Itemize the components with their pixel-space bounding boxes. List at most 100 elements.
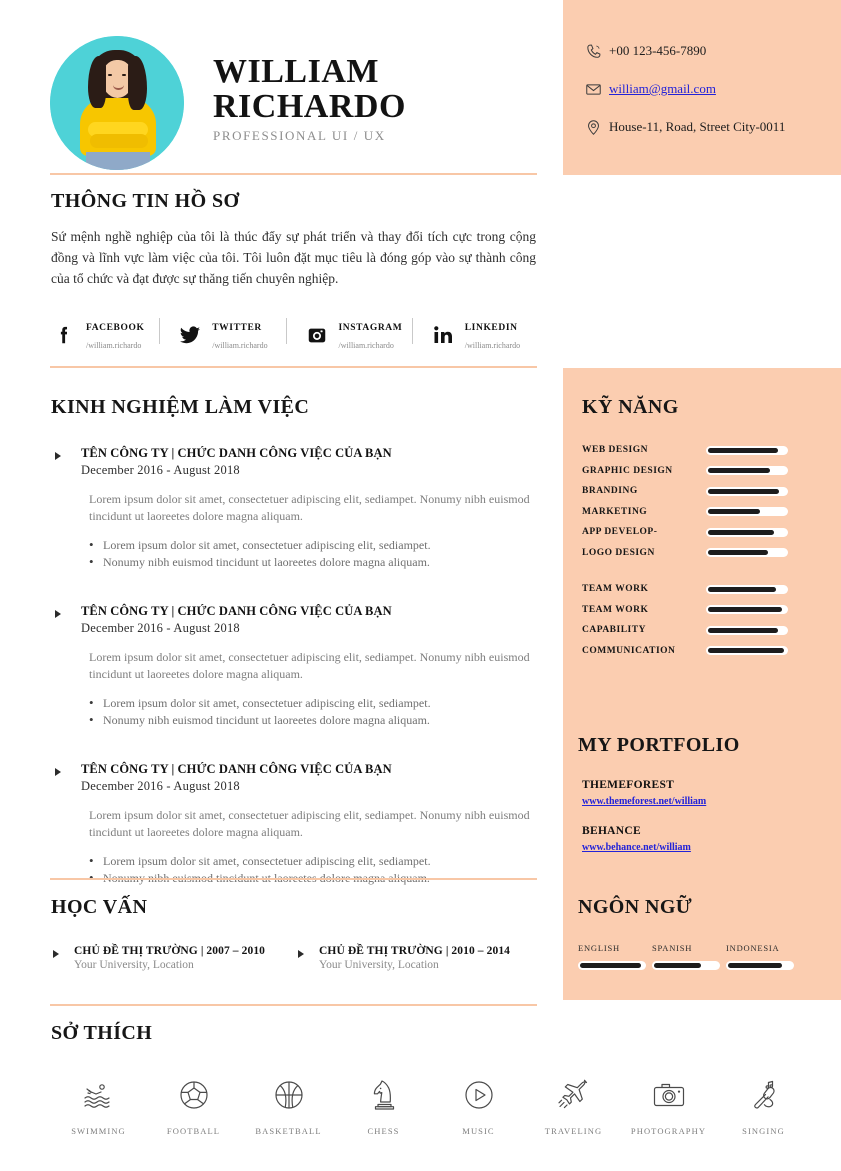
skill-label: APP DEVELOP- <box>582 527 658 537</box>
experience-date: December 2016 - August 2018 <box>81 463 240 477</box>
portfolio-item: THEMEFOREST www.themeforest.net/william <box>578 779 828 809</box>
social-handle: /william.richardo <box>86 341 142 350</box>
social-handle: /william.richardo <box>464 341 521 350</box>
triangle-bullet-icon <box>53 950 59 958</box>
triangle-bullet-icon <box>55 768 61 776</box>
experience-bullets: Lorem ipsum dolor sit amet, consectetuer… <box>81 694 536 729</box>
skill-row: CAPABILITY <box>582 625 822 635</box>
social-name: FACEBOOK <box>86 323 145 333</box>
skill-row: COMMUNICATION <box>582 646 822 656</box>
hobby-item-chess: CHESS <box>336 1073 431 1136</box>
hobby-label: SINGING <box>742 1126 785 1136</box>
triangle-bullet-icon <box>55 452 61 460</box>
contact-phone-row: +00 123-456-7890 <box>585 42 830 65</box>
skill-bar <box>706 584 788 594</box>
portfolio-name: THEMEFOREST <box>582 779 675 791</box>
social-item-linkedin[interactable]: LINKEDIN /william.richardo <box>411 317 538 353</box>
social-name: TWITTER <box>212 323 262 333</box>
portfolio-link[interactable]: www.themeforest.net/william <box>582 796 706 807</box>
skill-label: TEAM WORK <box>582 584 649 594</box>
portfolio-name: BEHANCE <box>582 825 641 837</box>
experience-item: TÊN CÔNG TY | CHỨC DANH CÔNG VIỆC CỦA BẠ… <box>51 604 536 729</box>
phone-icon <box>585 42 609 65</box>
envelope-icon <box>585 80 609 103</box>
social-item-facebook[interactable]: FACEBOOK /william.richardo <box>51 317 159 353</box>
language-item: SPANISH <box>652 943 720 970</box>
skill-row: WEB DESIGN <box>582 445 822 455</box>
social-handle: /william.richardo <box>338 341 394 350</box>
language-item: ENGLISH <box>578 943 646 970</box>
skill-bar <box>706 466 788 475</box>
education-school: Your University, Location <box>319 959 439 971</box>
instagram-icon <box>304 322 330 348</box>
skills-title: KỸ NĂNG <box>582 396 679 418</box>
skill-bar <box>706 605 788 614</box>
contact-email-row: william@gmail.com <box>585 80 830 103</box>
divider-education <box>50 1004 537 1006</box>
education-degree: CHỦ ĐỀ THỊ TRƯỜNG | 2007 – 2010 <box>74 945 266 957</box>
skill-row: TEAM WORK <box>582 605 822 615</box>
social-handle: /william.richardo <box>212 341 268 350</box>
social-item-instagram[interactable]: INSTAGRAM /william.richardo <box>285 317 412 353</box>
facebook-icon <box>51 322 77 348</box>
hobby-label: FOOTBALL <box>166 1126 221 1136</box>
hobby-item-basketball: BASKETBALL <box>241 1073 336 1136</box>
divider-social <box>50 366 537 368</box>
skill-bar <box>706 625 788 635</box>
skill-row: MARKETING <box>582 507 822 517</box>
experience-item: TÊN CÔNG TY | CHỨC DANH CÔNG VIỆC CỦA BẠ… <box>51 762 536 887</box>
phone-value: +00 123-456-7890 <box>609 43 707 58</box>
language-label: ENGLISH <box>578 943 620 953</box>
skill-bar <box>706 548 788 557</box>
portfolio-title: MY PORTFOLIO <box>578 734 740 756</box>
education-item: CHỦ ĐỀ THỊ TRƯỜNG | 2007 – 2010 Your Uni… <box>51 945 296 971</box>
experience-item: TÊN CÔNG TY | CHỨC DANH CÔNG VIỆC CỦA BẠ… <box>51 446 536 571</box>
avatar <box>50 36 184 170</box>
language-bar <box>726 961 794 970</box>
portfolio-section: MY PORTFOLIO THEMEFOREST www.themeforest… <box>578 734 828 871</box>
triangle-bullet-icon <box>298 950 304 958</box>
camera-icon <box>621 1073 716 1117</box>
swimming-icon <box>51 1073 146 1117</box>
hobby-label: CHESS <box>367 1126 400 1136</box>
skill-label: LOGO DESIGN <box>582 547 655 558</box>
last-name: RICHARDO <box>213 88 406 125</box>
map-pin-icon <box>585 118 609 141</box>
hobby-label: MUSIC <box>462 1126 495 1136</box>
email-link[interactable]: william@gmail.com <box>609 80 716 97</box>
skill-label: COMMUNICATION <box>582 645 676 656</box>
education-item: CHỦ ĐỀ THỊ TRƯỜNG | 2010 – 2014 Your Uni… <box>296 945 541 971</box>
education-degree: CHỦ ĐỀ THỊ TRƯỜNG | 2010 – 2014 <box>319 945 511 957</box>
experience-bullets: Lorem ipsum dolor sit amet, consectetuer… <box>81 536 536 571</box>
skill-row: APP DEVELOP- <box>582 527 822 537</box>
social-links: FACEBOOK /william.richardo TWITTER /will… <box>51 314 538 356</box>
experience-description: Lorem ipsum dolor sit amet, consectetuer… <box>89 650 530 681</box>
skill-bar <box>706 507 788 516</box>
experience-description: Lorem ipsum dolor sit amet, consectetuer… <box>89 492 530 523</box>
hobby-item-photography: PHOTOGRAPHY <box>621 1073 716 1136</box>
skill-bar <box>706 445 788 455</box>
experience-date: December 2016 - August 2018 <box>81 779 240 793</box>
contact-address-row: House-11, Road, Street City-0011 <box>585 118 830 141</box>
skill-label: WEB DESIGN <box>582 445 648 455</box>
portfolio-link[interactable]: www.behance.net/william <box>582 842 691 853</box>
experience-bullets: Lorem ipsum dolor sit amet, consectetuer… <box>81 852 536 887</box>
profile-body: Sứ mệnh nghề nghiệp của tôi là thúc đẩy … <box>51 229 536 286</box>
skill-row: BRANDING <box>582 486 822 496</box>
languages-title: NGÔN NGỮ <box>578 896 693 918</box>
skill-label: BRANDING <box>582 486 638 496</box>
experience-description: Lorem ipsum dolor sit amet, consectetuer… <box>89 808 530 839</box>
social-item-twitter[interactable]: TWITTER /william.richardo <box>159 317 285 353</box>
linkedin-icon <box>430 322 456 348</box>
hobby-label: BASKETBALL <box>255 1126 322 1136</box>
skill-row: TEAM WORK <box>582 584 822 594</box>
hobby-label: PHOTOGRAPHY <box>630 1126 707 1136</box>
triangle-bullet-icon <box>55 610 61 618</box>
profile-title: THÔNG TIN HỒ SƠ <box>51 190 240 212</box>
football-icon <box>146 1073 241 1117</box>
address-value: House-11, Road, Street City-0011 <box>609 119 786 134</box>
language-bar <box>578 961 646 970</box>
divider-header <box>50 173 537 175</box>
experience-date: December 2016 - August 2018 <box>81 621 240 635</box>
profile-section: THÔNG TIN HỒ SƠ Sứ mệnh nghề nghiệp của … <box>51 190 536 289</box>
